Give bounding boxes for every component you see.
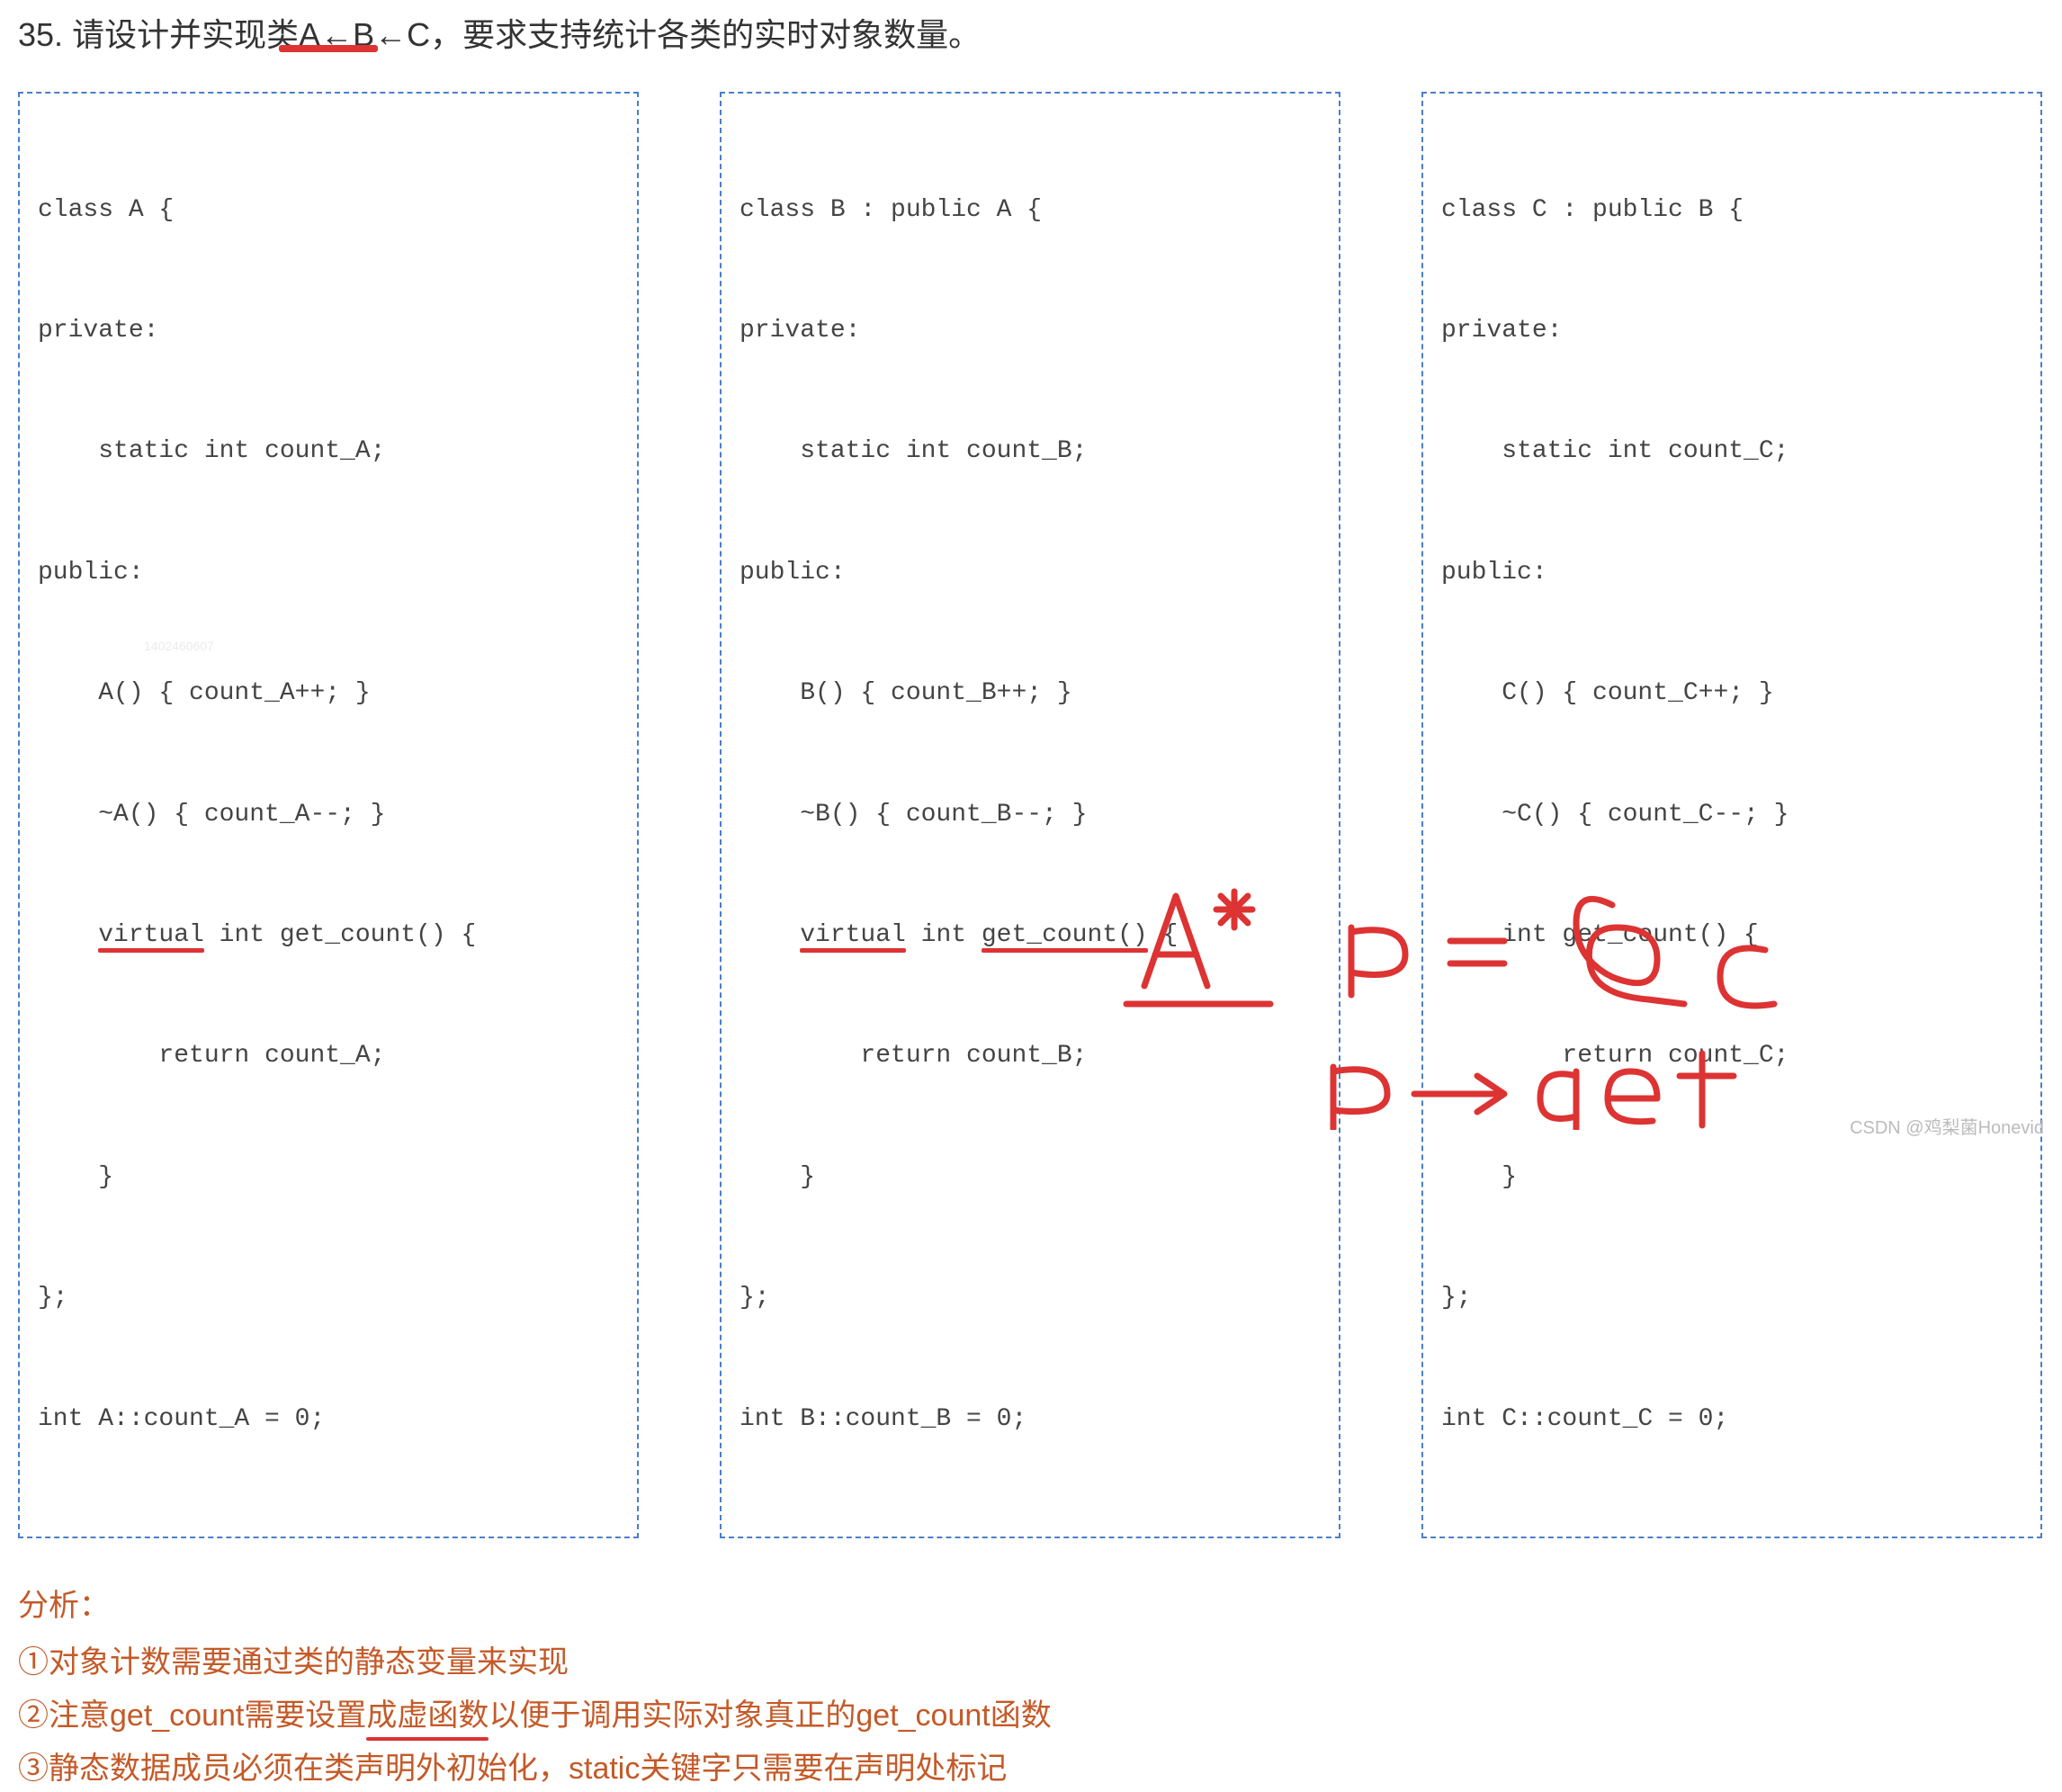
code-line: int get_count() {: [1441, 916, 2022, 956]
code-line: A() { count_A++; }: [38, 674, 619, 714]
question-text: 请设计并实现类A←B←C，要求支持统计各类的实时对象数量。: [72, 16, 981, 53]
analysis-item-2: ②注意get_count需要设置成虚函数以便于调用实际对象真正的get_coun…: [18, 1693, 2044, 1739]
code-line: B() { count_B++; }: [740, 674, 1321, 714]
analysis-item-3: ③静态数据成员必须在类声明外初始化，static关键字只需要在声明处标记: [18, 1746, 2044, 1792]
watermark-id: 1402460607: [144, 639, 214, 653]
code-box-b: class B : public A { private: static int…: [720, 92, 1340, 1538]
code-line: ~A() { count_A--; }: [38, 795, 619, 836]
code-line: };: [740, 1278, 1321, 1319]
question-title: 35. 请设计并实现类A←B←C，要求支持统计各类的实时对象数量。: [18, 9, 2044, 56]
question-number: 35.: [18, 16, 63, 53]
code-line: }: [1441, 1158, 2022, 1198]
code-line: int C::count_C = 0;: [1441, 1400, 2022, 1440]
code-line: static int count_A;: [38, 432, 619, 472]
virtual-keyword-underline: virtual: [800, 921, 906, 949]
code-line: ~C() { count_C--; }: [1441, 795, 2022, 836]
code-line: }: [38, 1158, 619, 1198]
code-line: virtual int get_count() {: [740, 916, 1321, 956]
code-line: private:: [38, 311, 619, 352]
code-line: class B : public A {: [740, 191, 1321, 231]
title-underline-annotation: [279, 45, 378, 52]
analysis-section: 分析： ①对象计数需要通过类的静态变量来实现 ②注意get_count需要设置成…: [18, 1583, 2044, 1792]
csdn-watermark: CSDN @鸡梨菌Honevid: [1850, 1113, 2044, 1139]
code-line: C() { count_C++; }: [1441, 674, 2022, 714]
code-line: virtual int get_count() {: [38, 916, 619, 956]
code-box-a: class A { private: static int count_A; p…: [18, 92, 639, 1538]
code-line: return count_C;: [1441, 1036, 2022, 1077]
code-line: return count_A;: [38, 1036, 619, 1077]
code-boxes-container: class A { private: static int count_A; p…: [18, 92, 2044, 1538]
code-line: return count_B;: [740, 1036, 1321, 1077]
code-line: class A {: [38, 191, 619, 231]
code-box-c: class C : public B { private: static int…: [1421, 92, 2042, 1538]
code-line: }: [740, 1158, 1321, 1198]
code-line: private:: [740, 311, 1321, 352]
code-line: static int count_B;: [740, 432, 1321, 472]
code-line: int B::count_B = 0;: [740, 1400, 1321, 1440]
code-line: private:: [1441, 311, 2022, 352]
code-line: int A::count_A = 0;: [38, 1400, 619, 1440]
code-line: public:: [740, 553, 1321, 594]
virtual-keyword-underline: virtual: [98, 921, 204, 949]
code-line: };: [1441, 1278, 2022, 1319]
code-line: class C : public B {: [1441, 191, 2022, 231]
analysis-item-1: ①对象计数需要通过类的静态变量来实现: [18, 1640, 2044, 1686]
analysis-underline: 成虚函数: [366, 1693, 489, 1739]
code-line: public:: [38, 553, 619, 594]
code-line: };: [38, 1278, 619, 1319]
code-line: public:: [1441, 553, 2022, 594]
code-line: ~B() { count_B--; }: [740, 795, 1321, 836]
analysis-title: 分析：: [18, 1583, 2044, 1629]
code-line: static int count_C;: [1441, 432, 2022, 472]
getcount-underline: get_count(): [982, 921, 1148, 949]
